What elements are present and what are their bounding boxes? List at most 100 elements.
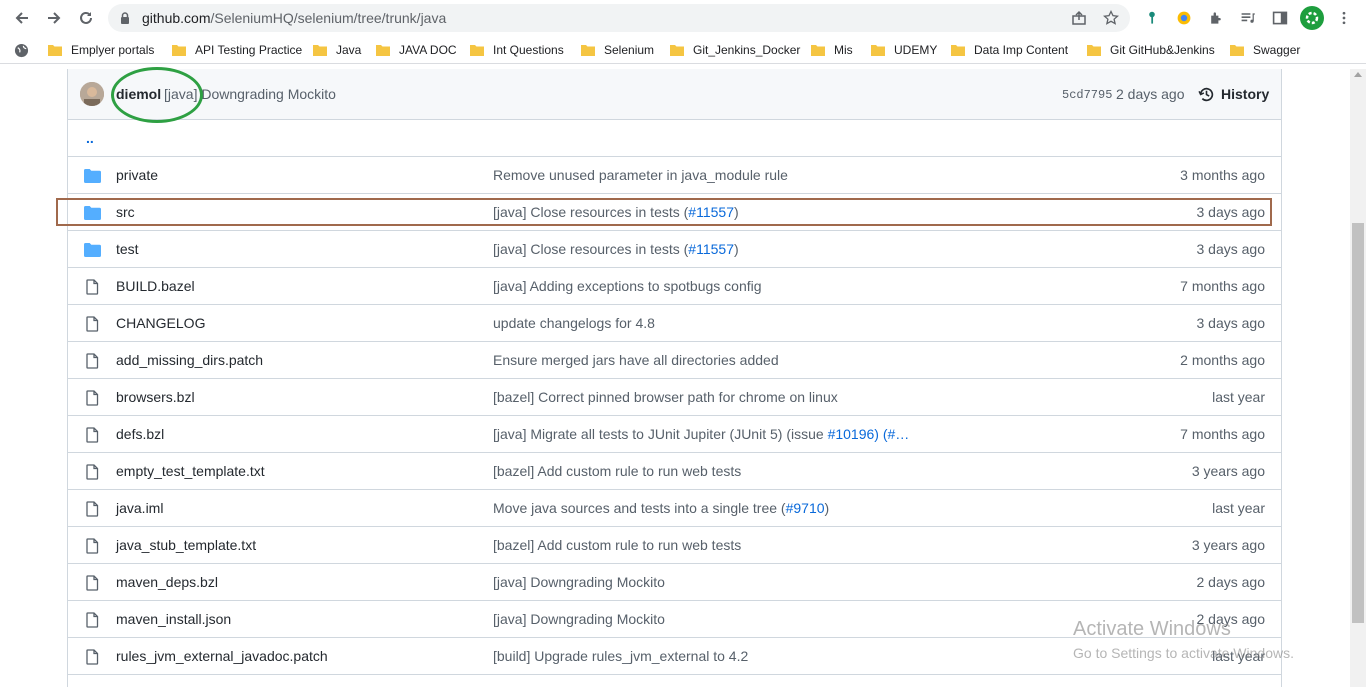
- history-button[interactable]: History: [1198, 84, 1269, 104]
- file-row[interactable]: BUILD.bazel [java] Adding exceptions to s…: [68, 268, 1281, 305]
- file-name-link[interactable]: rules_jvm_external_javadoc.patch: [116, 648, 328, 664]
- file-commit-message[interactable]: [java] Adding exceptions to spotbugs con…: [493, 278, 762, 294]
- parent-directory-row[interactable]: ..: [68, 120, 1281, 157]
- file-name-link[interactable]: add_missing_dirs.patch: [116, 352, 263, 368]
- scrollbar[interactable]: [1350, 69, 1366, 687]
- file-name-link[interactable]: BUILD.bazel: [116, 278, 195, 294]
- bookmark-folder[interactable]: Int Questions: [470, 41, 564, 59]
- bookmark-label: Git GitHub&Jenkins: [1110, 43, 1215, 57]
- file-name-link[interactable]: defs.bzl: [116, 426, 164, 442]
- side-panel-icon[interactable]: [1270, 8, 1290, 28]
- commit-message-text[interactable]: [java] Downgrading Mockito: [493, 611, 665, 627]
- file-row[interactable]: CHANGELOG update changelogs for 4.8 3 days…: [68, 305, 1281, 342]
- address-bar[interactable]: github.com/SeleniumHQ/selenium/tree/trun…: [108, 4, 1130, 32]
- media-queue-icon[interactable]: [1238, 8, 1258, 28]
- file-name-link[interactable]: private: [116, 167, 158, 183]
- commit-author[interactable]: diemol: [116, 86, 161, 102]
- file-row[interactable]: maven_install.json [java] Downgrading Moc…: [68, 601, 1281, 638]
- profile-avatar-icon[interactable]: [1300, 6, 1324, 30]
- file-row[interactable]: java.iml Move java sources and tests into…: [68, 490, 1281, 527]
- commit-message-text[interactable]: Move java sources and tests into a singl…: [493, 500, 786, 516]
- file-commit-message[interactable]: Ensure merged jars have all directories …: [493, 352, 779, 368]
- bookmark-star-icon[interactable]: [1103, 10, 1119, 26]
- commit-message-text[interactable]: [bazel] Correct pinned browser path for …: [493, 389, 838, 405]
- file-name-link[interactable]: maven_install.json: [116, 611, 231, 627]
- file-row[interactable]: browsers.bzl [bazel] Correct pinned brows…: [68, 379, 1281, 416]
- bookmark-label: Emplyer portals: [71, 43, 155, 57]
- file-row[interactable]: private Remove unused parameter in java_m…: [68, 157, 1281, 194]
- commit-message-text[interactable]: [bazel] Add custom rule to run web tests: [493, 463, 741, 479]
- bookmark-folder[interactable]: API Testing Practice: [172, 41, 302, 59]
- file-row[interactable]: maven_deps.bzl [java] Downgrading Mockito…: [68, 564, 1281, 601]
- file-commit-message[interactable]: [bazel] Add custom rule to run web tests: [493, 463, 741, 479]
- file-name-link[interactable]: test: [116, 241, 139, 257]
- file-commit-message[interactable]: [build] Upgrade rules_jvm_external to 4.…: [493, 648, 748, 664]
- commit-message-text[interactable]: [java] Close resources in tests (: [493, 204, 688, 220]
- file-row[interactable]: add_missing_dirs.patch Ensure merged jars…: [68, 342, 1281, 379]
- file-name-link[interactable]: CHANGELOG: [116, 315, 205, 331]
- file-commit-message[interactable]: [java] Close resources in tests (#11557): [493, 241, 739, 257]
- browser-menu-icon[interactable]: [1334, 8, 1354, 28]
- scroll-up-arrow-icon[interactable]: [1354, 72, 1362, 77]
- bookmark-folder[interactable]: JAVA DOC: [376, 41, 457, 59]
- commit-message-text[interactable]: [build] Upgrade rules_jvm_external to 4.…: [493, 648, 748, 664]
- file-commit-message[interactable]: [bazel] Correct pinned browser path for …: [493, 389, 838, 405]
- file-name-link[interactable]: empty_test_template.txt: [116, 463, 265, 479]
- bookmark-folder[interactable]: Git GitHub&Jenkins: [1087, 41, 1215, 59]
- file-commit-message[interactable]: update changelogs for 4.8: [493, 315, 655, 331]
- file-row[interactable]: defs.bzl [java] Migrate all tests to JUni…: [68, 416, 1281, 453]
- file-commit-message[interactable]: Move java sources and tests into a singl…: [493, 500, 829, 516]
- commit-message-text[interactable]: Remove unused parameter in java_module r…: [493, 167, 788, 183]
- pull-request-link[interactable]: #11557: [688, 204, 734, 220]
- commit-sha[interactable]: 5cd7795: [1062, 88, 1112, 102]
- file-commit-message[interactable]: [java] Downgrading Mockito: [493, 611, 665, 627]
- author-avatar[interactable]: [80, 82, 104, 106]
- back-button[interactable]: [6, 2, 38, 34]
- file-row[interactable]: rules_jvm_external_javadoc.patch [build] …: [68, 638, 1281, 675]
- forward-button[interactable]: [38, 2, 70, 34]
- pull-request-link[interactable]: #11557: [688, 241, 734, 257]
- file-name-link[interactable]: maven_deps.bzl: [116, 574, 218, 590]
- file-commit-message[interactable]: [java] Downgrading Mockito: [493, 574, 665, 590]
- pull-request-link[interactable]: #9710: [786, 500, 825, 516]
- commit-message-text[interactable]: [java] Downgrading Mockito: [493, 574, 665, 590]
- bookmark-label: Swagger: [1253, 43, 1301, 57]
- bookmark-folder[interactable]: Selenium: [581, 41, 654, 59]
- bookmark-folder[interactable]: Emplyer portals: [48, 41, 154, 59]
- file-commit-message[interactable]: Remove unused parameter in java_module r…: [493, 167, 788, 183]
- bookmark-folder[interactable]: Git_Jenkins_Docker: [670, 41, 800, 59]
- commit-message-text[interactable]: [java] Migrate all tests to JUnit Jupite…: [493, 426, 828, 442]
- file-row[interactable]: empty_test_template.txt [bazel] Add custo…: [68, 453, 1281, 490]
- file-commit-message[interactable]: [bazel] Add custom rule to run web tests: [493, 537, 741, 553]
- bookmark-label: JAVA DOC: [399, 43, 457, 57]
- chrome-extension-icon[interactable]: [1174, 8, 1194, 28]
- bookmark-folder[interactable]: UDEMY: [871, 41, 937, 59]
- commit-message-text[interactable]: update changelogs for 4.8: [493, 315, 655, 331]
- key-extension-icon[interactable]: [1142, 8, 1162, 28]
- file-name-link[interactable]: src: [116, 204, 135, 220]
- parent-directory-link[interactable]: ..: [86, 130, 94, 146]
- bookmark-folder[interactable]: Mis: [811, 41, 853, 59]
- scrollbar-thumb[interactable]: [1352, 223, 1364, 623]
- share-icon[interactable]: [1071, 10, 1087, 26]
- file-row[interactable]: src [java] Close resources in tests (#115…: [68, 194, 1281, 231]
- bookmark-folder[interactable]: Java: [313, 41, 361, 59]
- file-name-link[interactable]: browsers.bzl: [116, 389, 195, 405]
- commit-message-text[interactable]: Ensure merged jars have all directories …: [493, 352, 779, 368]
- commit-message[interactable]: [java] Downgrading Mockito: [164, 86, 336, 102]
- file-name-link[interactable]: java_stub_template.txt: [116, 537, 256, 553]
- file-row[interactable]: test [java] Close resources in tests (#11…: [68, 231, 1281, 268]
- file-commit-message[interactable]: [java] Migrate all tests to JUnit Jupite…: [493, 426, 909, 442]
- file-commit-message[interactable]: [java] Close resources in tests (#11557): [493, 204, 739, 220]
- commit-message-text[interactable]: [java] Adding exceptions to spotbugs con…: [493, 278, 762, 294]
- commit-message-text[interactable]: [java] Close resources in tests (: [493, 241, 688, 257]
- file-row[interactable]: java_stub_template.txt [bazel] Add custom…: [68, 527, 1281, 564]
- pull-request-link[interactable]: #10196: [828, 426, 875, 442]
- file-name-link[interactable]: java.iml: [116, 500, 163, 516]
- reload-button[interactable]: [70, 2, 102, 34]
- extensions-puzzle-icon[interactable]: [1206, 8, 1226, 28]
- bookmark-folder[interactable]: Data Imp Content: [951, 41, 1068, 59]
- bookmark-folder[interactable]: Swagger: [1230, 41, 1300, 59]
- commit-message-text[interactable]: [bazel] Add custom rule to run web tests: [493, 537, 741, 553]
- bookmarks-globe[interactable]: [14, 41, 29, 59]
